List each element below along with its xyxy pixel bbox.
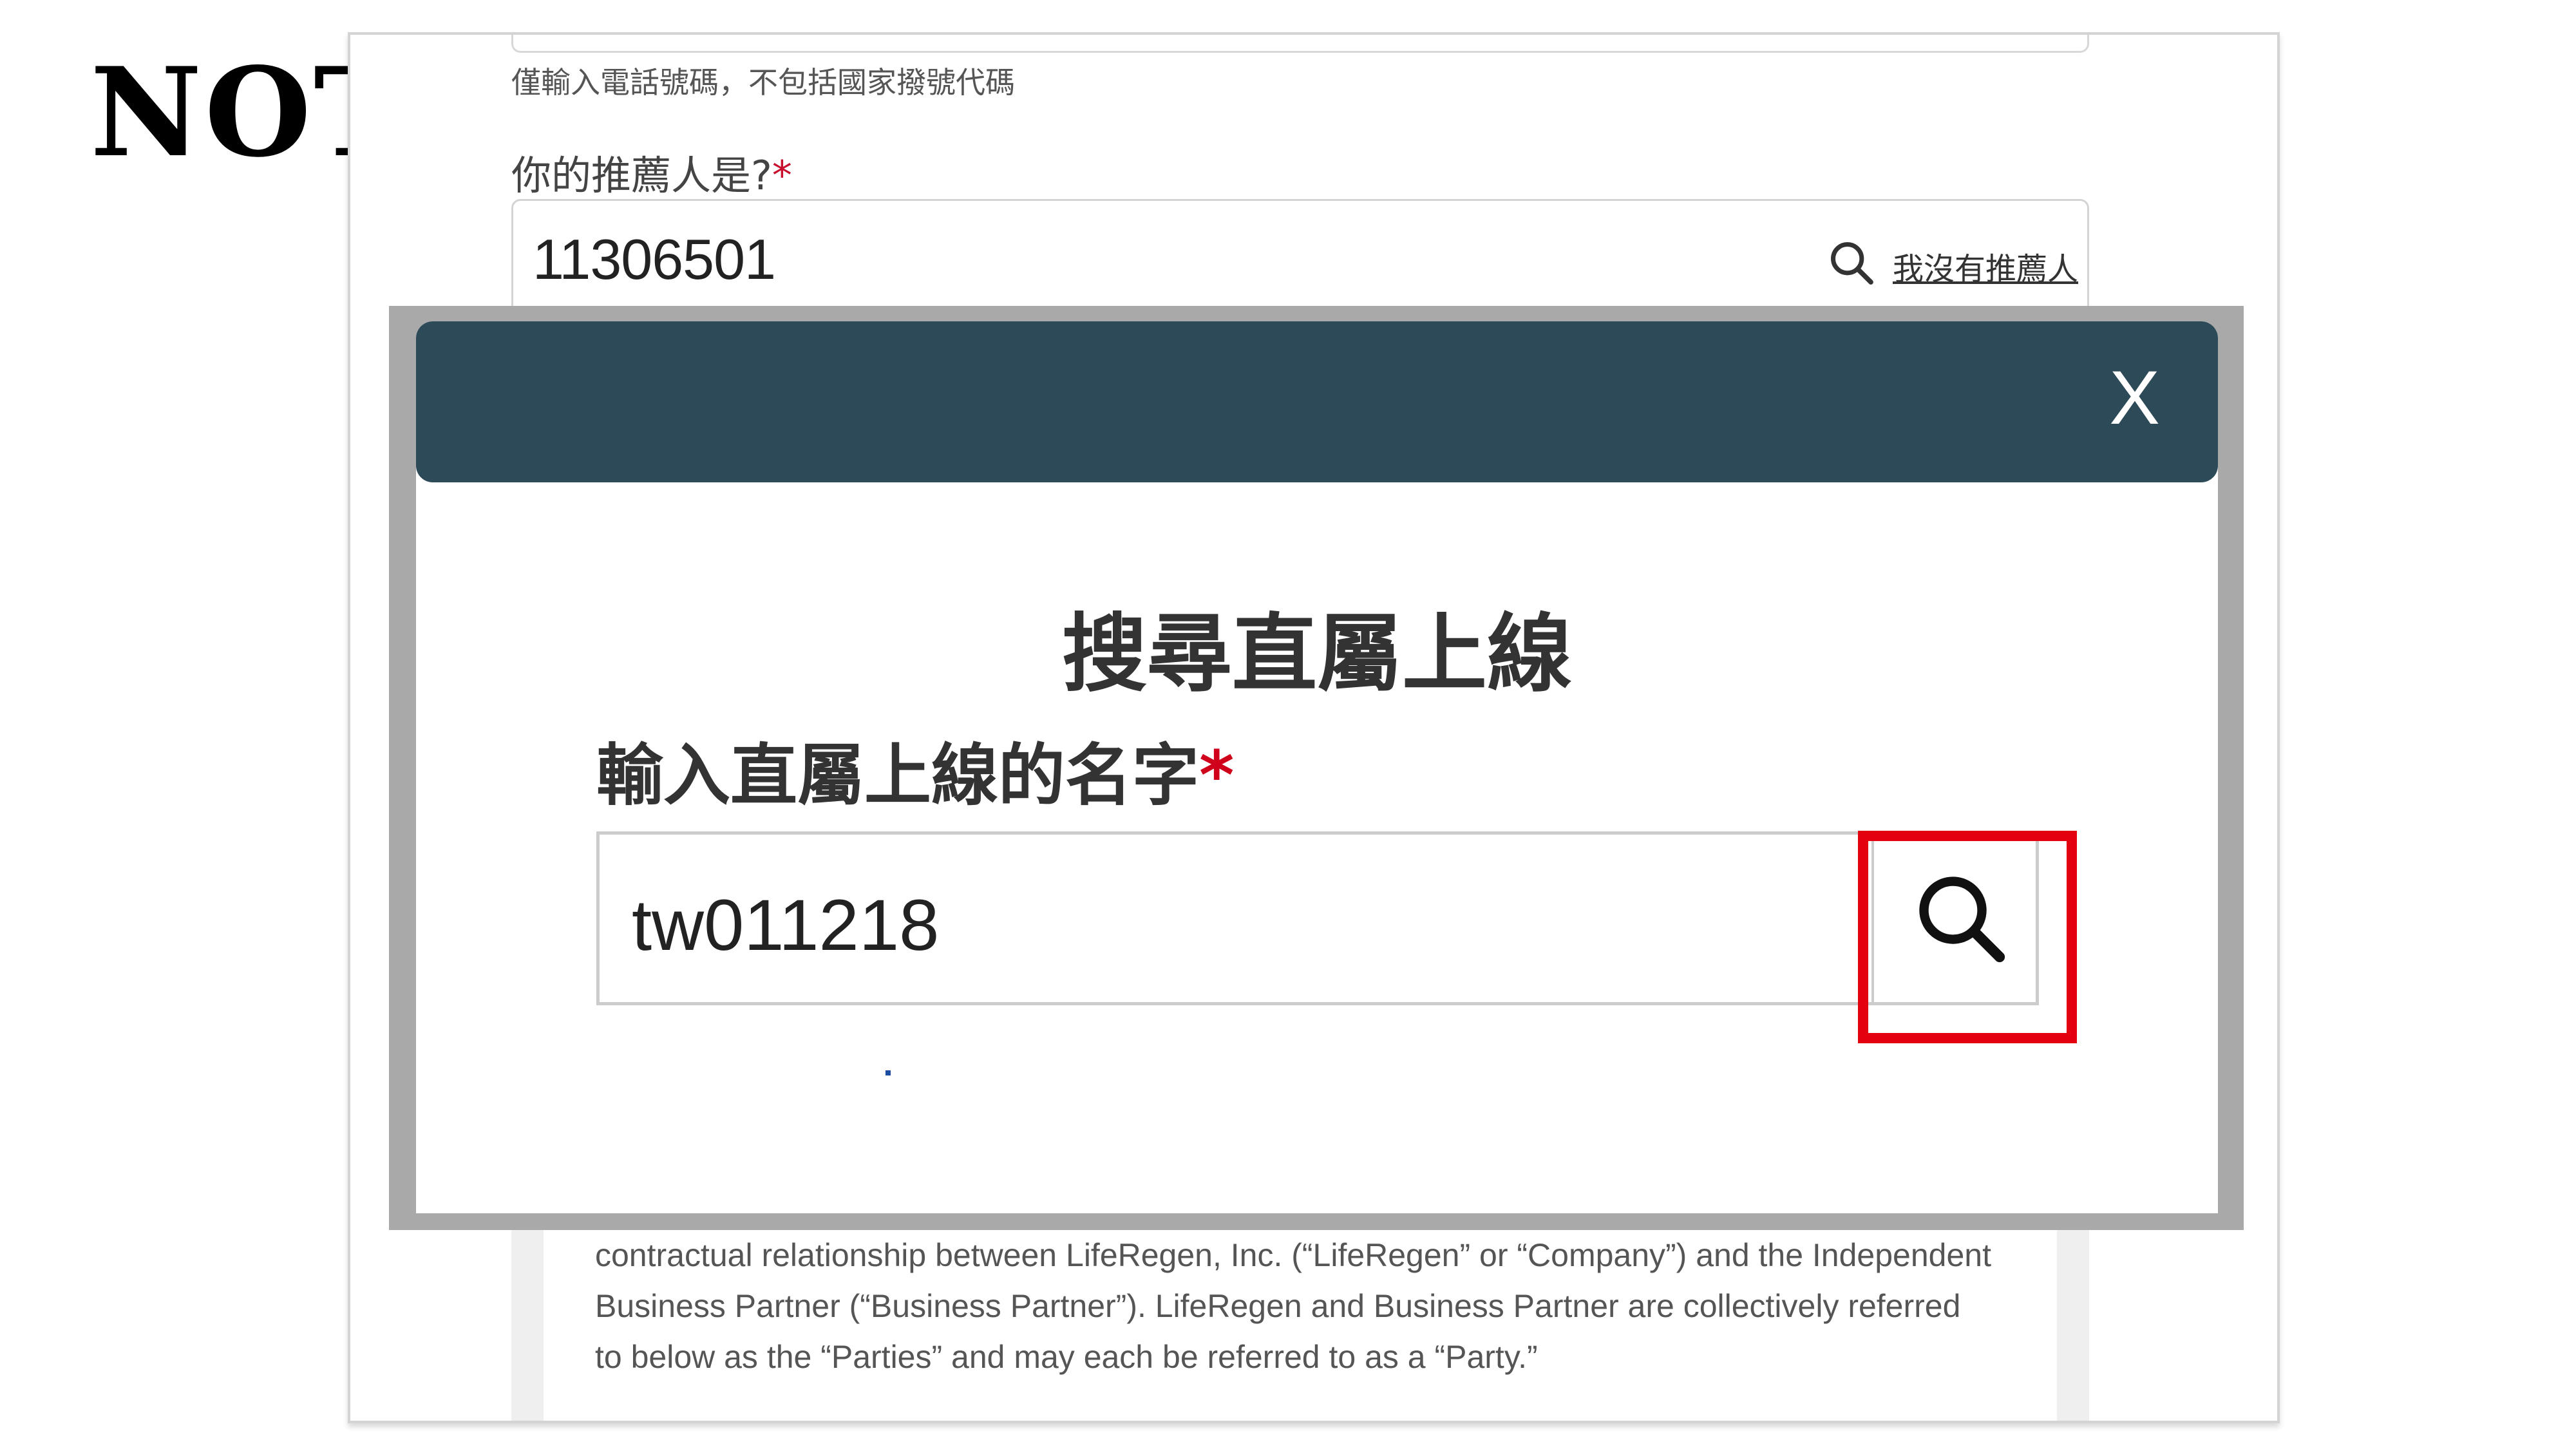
upline-name-label: 輸入直屬上線的名字* <box>596 721 1234 818</box>
required-mark: * <box>772 152 792 199</box>
contract-line: to below as the “Parties” and may each b… <box>595 1339 1538 1375</box>
phone-hint: 僅輸入電話號碼，不包括國家撥號代碼 <box>511 65 1015 100</box>
upline-name-input[interactable]: tw011218 <box>596 831 2039 1005</box>
modal-overlay: X 搜尋直屬上線 輸入直屬上線的名字* tw011218 <box>389 306 2244 1230</box>
search-icon[interactable] <box>1827 238 1876 287</box>
contract-line: contractual relationship between LifeReg… <box>595 1237 1991 1273</box>
no-referrer-link[interactable]: 我沒有推薦人 <box>1893 243 2078 289</box>
upline-name-label-text: 輸入直屬上線的名字 <box>596 736 1200 815</box>
modal-header: X <box>416 321 2218 482</box>
phone-input-edge[interactable] <box>511 35 2089 53</box>
search-button-highlight <box>1858 831 2077 1043</box>
modal-title: 搜尋直屬上線 <box>1062 605 1572 704</box>
contract-line: Business Partner (“Business Partner”). L… <box>595 1288 1961 1324</box>
upline-name-value: tw011218 <box>632 885 940 965</box>
referrer-label: 你的推薦人是?* <box>511 143 792 201</box>
close-button[interactable]: X <box>2109 360 2160 436</box>
stray-mark <box>886 1070 891 1075</box>
contract-text: contractual relationship between LifeReg… <box>544 1213 2057 1421</box>
search-upline-modal: X 搜尋直屬上線 輸入直屬上線的名字* tw011218 <box>416 321 2218 1213</box>
contract-scroll-area[interactable]: contractual relationship between LifeReg… <box>511 1213 2089 1421</box>
referrer-value: 11306501 <box>533 227 776 291</box>
referrer-label-text: 你的推薦人是? <box>511 152 772 199</box>
required-mark: * <box>1199 736 1235 815</box>
